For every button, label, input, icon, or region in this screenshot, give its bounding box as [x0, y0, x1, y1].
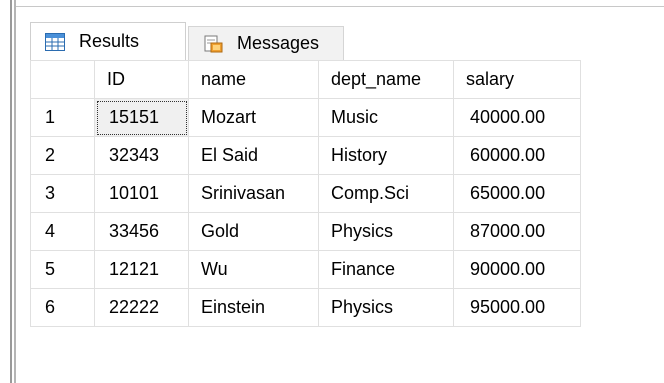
cell-id[interactable]: 32343 [94, 136, 189, 175]
cell-salary[interactable]: 90000.00 [453, 250, 581, 289]
row-number[interactable]: 5 [30, 250, 95, 289]
cell-id[interactable]: 10101 [94, 174, 189, 213]
cell-dept-name[interactable]: History [318, 136, 454, 175]
table-row[interactable]: 6 22222 Einstein Physics 95000.00 [30, 288, 581, 327]
column-header-name[interactable]: name [188, 60, 319, 99]
cell-dept-name[interactable]: Comp.Sci [318, 174, 454, 213]
cell-salary[interactable]: 65000.00 [453, 174, 581, 213]
column-header-salary[interactable]: salary [453, 60, 581, 99]
cell-name[interactable]: Einstein [188, 288, 319, 327]
grid-header-row: ID name dept_name salary [30, 60, 581, 99]
cell-name[interactable]: El Said [188, 136, 319, 175]
cell-id[interactable]: 33456 [94, 212, 189, 251]
cell-salary[interactable]: 95000.00 [453, 288, 581, 327]
results-grid[interactable]: ID name dept_name salary 1 15151 Mozart … [30, 60, 581, 327]
row-number[interactable]: 1 [30, 98, 95, 137]
pane-border-left [10, 0, 12, 383]
row-number[interactable]: 6 [30, 288, 95, 327]
messages-icon [204, 35, 223, 52]
cell-dept-name[interactable]: Music [318, 98, 454, 137]
cell-dept-name[interactable]: Physics [318, 212, 454, 251]
tab-messages-label: Messages [237, 33, 320, 53]
row-number[interactable]: 3 [30, 174, 95, 213]
cell-salary[interactable]: 40000.00 [453, 98, 581, 137]
table-row[interactable]: 2 32343 El Said History 60000.00 [30, 136, 581, 175]
pane-border-inner [14, 0, 16, 383]
column-header-id[interactable]: ID [94, 60, 189, 99]
row-number-header[interactable] [30, 60, 95, 99]
tab-messages[interactable]: Messages [188, 26, 344, 60]
row-number[interactable]: 4 [30, 212, 95, 251]
tab-results[interactable]: Results [30, 22, 186, 60]
result-tabs: Results Messages [22, 22, 642, 60]
tab-results-label: Results [79, 31, 140, 51]
cell-id[interactable]: 15151 [94, 98, 189, 137]
grid-icon [45, 32, 65, 51]
table-row[interactable]: 3 10101 Srinivasan Comp.Sci 65000.00 [30, 174, 581, 213]
column-header-dept-name[interactable]: dept_name [318, 60, 454, 99]
table-row[interactable]: 1 15151 Mozart Music 40000.00 [30, 98, 581, 137]
cell-name[interactable]: Mozart [188, 98, 319, 137]
results-grid-wrapper: ID name dept_name salary 1 15151 Mozart … [30, 60, 582, 330]
cell-name[interactable]: Srinivasan [188, 174, 319, 213]
row-number[interactable]: 2 [30, 136, 95, 175]
cell-name[interactable]: Wu [188, 250, 319, 289]
pane-border-top [16, 6, 664, 7]
query-results-pane: Results Messages ID name dept_name salar… [0, 0, 664, 383]
cell-dept-name[interactable]: Finance [318, 250, 454, 289]
cell-id[interactable]: 12121 [94, 250, 189, 289]
cell-salary[interactable]: 60000.00 [453, 136, 581, 175]
table-row[interactable]: 5 12121 Wu Finance 90000.00 [30, 250, 581, 289]
cell-name[interactable]: Gold [188, 212, 319, 251]
cell-dept-name[interactable]: Physics [318, 288, 454, 327]
cell-salary[interactable]: 87000.00 [453, 212, 581, 251]
table-row[interactable]: 4 33456 Gold Physics 87000.00 [30, 212, 581, 251]
cell-id[interactable]: 22222 [94, 288, 189, 327]
